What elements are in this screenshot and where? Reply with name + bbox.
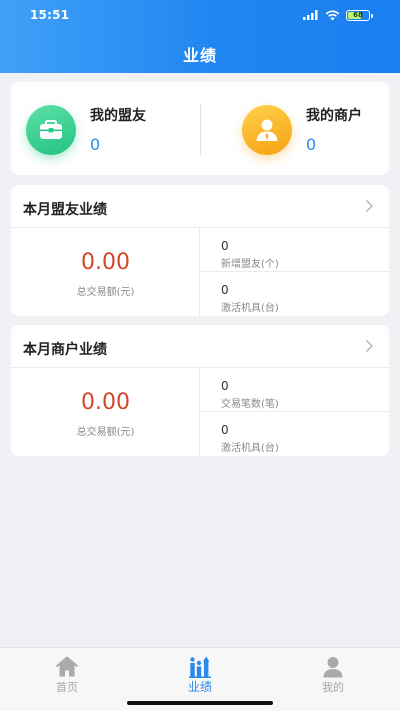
page-title: 业绩 bbox=[182, 46, 217, 65]
merchant-transactions-count: 0 bbox=[221, 379, 229, 393]
tab-home[interactable]: 首页 bbox=[0, 648, 134, 704]
merchant-performance-card: 本月商户业绩 0.00 总交易额(元) 0 交易笔数(笔) 0 激活机具(台) bbox=[11, 325, 389, 456]
app-header: 15:51 68 业绩 bbox=[0, 0, 400, 73]
tab-performance-label: 业绩 bbox=[187, 680, 212, 694]
tab-mine-label: 我的 bbox=[322, 681, 344, 694]
my-friends-button[interactable]: 我的盟友 0 bbox=[11, 82, 200, 175]
home-icon bbox=[55, 656, 79, 677]
tab-mine[interactable]: 我的 bbox=[266, 648, 400, 704]
my-merchants-label: 我的商户 bbox=[306, 108, 362, 124]
friend-performance-title: 本月盟友业绩 bbox=[23, 202, 107, 218]
status-time: 15:51 bbox=[30, 8, 70, 22]
wifi-icon bbox=[325, 10, 340, 20]
friend-new-stat: 0 新增盟友(个) bbox=[201, 228, 389, 272]
merchant-performance-header[interactable]: 本月商户业绩 bbox=[11, 325, 389, 368]
my-friends-label: 我的盟友 bbox=[90, 108, 146, 124]
merchant-activated-label: 激活机具(台) bbox=[221, 443, 279, 454]
merchant-transactions-stat: 0 交易笔数(笔) bbox=[201, 368, 389, 412]
friend-total-amount-label: 总交易额(元) bbox=[76, 287, 135, 298]
merchant-total-amount: 0.00 bbox=[81, 390, 130, 415]
cellular-signal-icon bbox=[303, 10, 318, 20]
performance-chart-icon bbox=[189, 656, 211, 678]
merchant-performance-title: 本月商户业绩 bbox=[23, 342, 107, 358]
user-icon bbox=[323, 657, 343, 678]
summary-card: 我的盟友 0 我的商户 0 bbox=[11, 82, 389, 175]
merchant-total-amount-label: 总交易额(元) bbox=[76, 427, 135, 438]
merchant-person-icon bbox=[242, 105, 292, 155]
my-merchants-button[interactable]: 我的商户 0 bbox=[200, 82, 389, 175]
home-indicator bbox=[127, 701, 273, 705]
tab-home-label: 首页 bbox=[56, 681, 78, 694]
chevron-right-icon bbox=[366, 340, 373, 352]
friend-performance-card: 本月盟友业绩 0.00 总交易额(元) 0 新增盟友(个) 0 激活机具(台) bbox=[11, 185, 389, 316]
status-icons: 68 bbox=[303, 9, 373, 21]
friend-activated-label: 激活机具(台) bbox=[221, 303, 279, 314]
friend-activated-stat: 0 激活机具(台) bbox=[201, 272, 389, 316]
my-friends-count: 0 bbox=[90, 135, 101, 154]
battery-icon: 68 bbox=[346, 9, 373, 21]
friend-activated-count: 0 bbox=[221, 283, 229, 297]
friend-new-label: 新增盟友(个) bbox=[221, 259, 279, 270]
toolbox-icon bbox=[26, 105, 76, 155]
my-merchants-count: 0 bbox=[306, 135, 317, 154]
merchant-transactions-label: 交易笔数(笔) bbox=[221, 399, 279, 410]
merchant-activated-count: 0 bbox=[221, 423, 229, 437]
friend-performance-header[interactable]: 本月盟友业绩 bbox=[11, 185, 389, 228]
tab-performance[interactable]: 业绩 bbox=[133, 648, 267, 704]
chevron-right-icon bbox=[366, 200, 373, 212]
merchant-activated-stat: 0 激活机具(台) bbox=[201, 412, 389, 456]
merchant-total-amount-block: 0.00 总交易额(元) bbox=[11, 368, 200, 456]
friend-total-amount-block: 0.00 总交易额(元) bbox=[11, 228, 200, 316]
battery-level: 68 bbox=[353, 11, 363, 19]
friend-total-amount: 0.00 bbox=[81, 250, 130, 275]
status-bar: 15:51 68 bbox=[0, 0, 400, 30]
friend-new-count: 0 bbox=[221, 239, 229, 253]
